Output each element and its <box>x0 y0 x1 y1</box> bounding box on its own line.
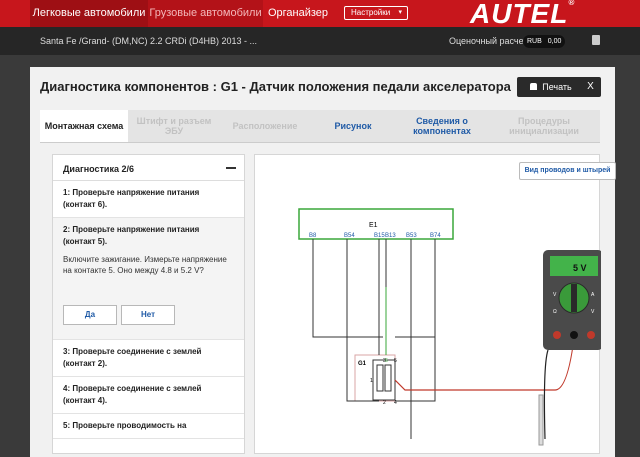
multimeter-jack-black <box>570 331 578 339</box>
sensor-label: G1 <box>358 361 367 367</box>
step-title: 2: Проверьте напряжение питания (контакт… <box>63 225 200 246</box>
print-button[interactable]: Печать <box>517 77 585 97</box>
diagnostic-step[interactable]: 1: Проверьте напряжение питания (контакт… <box>53 181 244 218</box>
meter-mode-label: Ω <box>553 309 557 315</box>
close-button[interactable]: X <box>580 77 601 97</box>
currency-code: RUB <box>527 38 542 45</box>
printer-icon <box>530 83 538 90</box>
wiring-diagram: E1 B8 B54 B15 B13 B53 B74 G1 1 2 3 4 5 6… <box>298 208 601 446</box>
wire <box>395 337 436 402</box>
sensor-pin-label: 2 <box>383 400 386 406</box>
ecu-pin-label: B13 <box>385 233 396 239</box>
chevron-down-icon: ▾ <box>398 9 402 16</box>
sensor-pin-label: 6 <box>385 358 388 364</box>
wire <box>312 239 383 338</box>
estimate-label: Оценочный расчет <box>449 36 528 46</box>
settings-dropdown[interactable]: Настройки ▾ <box>344 6 408 20</box>
step-description: Включите зажигание. Измерьте напряжение … <box>63 255 227 275</box>
diagnostic-step[interactable]: 3: Проверьте соединение с землей (контак… <box>53 340 244 377</box>
no-button[interactable]: Нет <box>121 305 175 325</box>
multimeter-jack-red <box>553 331 561 339</box>
ecu-pin-label: B53 <box>406 233 417 239</box>
print-label: Печать <box>542 82 572 92</box>
trash-icon[interactable] <box>592 35 600 45</box>
sensor-pin-label: 1 <box>370 378 373 384</box>
diagnostics-header: Диагностика 2/6 <box>53 155 244 181</box>
yes-button[interactable]: Да <box>63 305 117 325</box>
ecu-pin-label: B8 <box>309 233 317 239</box>
tab-wiring-diagram[interactable]: Монтажная схема <box>40 110 128 142</box>
diagnostic-step-active: 2: Проверьте напряжение питания (контакт… <box>53 218 244 340</box>
multimeter-jack-red <box>587 331 595 339</box>
tab-init-procedures: Процедуры инициализации <box>509 116 579 136</box>
wiring-diagram-panel: Вид проводов и штырей E1 B8 B54 B15 B13 … <box>254 154 616 454</box>
dialog-title: Диагностика компонентов : G1 - Датчик по… <box>40 79 511 94</box>
estimate-amount-badge: RUB 0,00 <box>523 35 565 48</box>
settings-label: Настройки <box>351 8 391 17</box>
wires <box>312 239 436 439</box>
tab-organizer[interactable]: Органайзер <box>263 0 333 27</box>
tab-component-info[interactable]: Сведения о компонентах <box>396 110 488 142</box>
ecu-pin-label: B54 <box>344 233 355 239</box>
multimeter-reading: 5 V <box>573 263 587 273</box>
wire <box>395 239 436 338</box>
vehicle-description: Santa Fe /Grand- (DM,NC) 2.2 CRDi (D4HB)… <box>40 36 258 46</box>
multimeter-dial-knob <box>571 284 577 312</box>
diagnostic-step[interactable]: 4: Проверьте соединение с землей (контак… <box>53 377 244 414</box>
diagnostic-step[interactable]: 5: Проверьте проводимость на <box>53 414 244 439</box>
autel-logo: AUTEL® <box>470 0 576 29</box>
probe-tip <box>538 394 544 446</box>
tab-passenger-cars[interactable]: Легковые автомобили <box>30 0 148 27</box>
vehicle-bar: Santa Fe /Grand- (DM,NC) 2.2 CRDi (D4HB)… <box>0 27 640 55</box>
dialog-tabs: Монтажная схема Штифт и разъем ЭБУ Распол… <box>40 110 600 142</box>
collapse-icon[interactable] <box>226 167 236 169</box>
tab-picture[interactable]: Рисунок <box>310 110 396 142</box>
tab-trucks[interactable]: Грузовые автомобили <box>148 0 263 27</box>
component-diagnostics-dialog: Диагностика компонентов : G1 - Датчик по… <box>30 67 616 457</box>
ecu-label: E1 <box>369 222 378 229</box>
tab-location: Расположение <box>232 121 298 131</box>
tab-ecu-pins: Штифт и разъем ЭБУ <box>136 116 212 136</box>
sensor-pin-label: 5 <box>394 358 397 364</box>
sensor-connector <box>372 359 396 401</box>
tab-divider <box>40 142 600 143</box>
ecu-pin-label: B15 <box>374 233 385 239</box>
black-probe-lead <box>543 349 549 440</box>
diagnostics-panel: Диагностика 2/6 1: Проверьте напряжение … <box>52 154 245 454</box>
ecu-pin-label: B74 <box>430 233 441 239</box>
estimate-amount: 0,00 <box>547 38 562 45</box>
diagnostics-title: Диагностика 2/6 <box>63 164 134 174</box>
top-nav-bar: Легковые автомобили Грузовые автомобили … <box>0 0 640 29</box>
